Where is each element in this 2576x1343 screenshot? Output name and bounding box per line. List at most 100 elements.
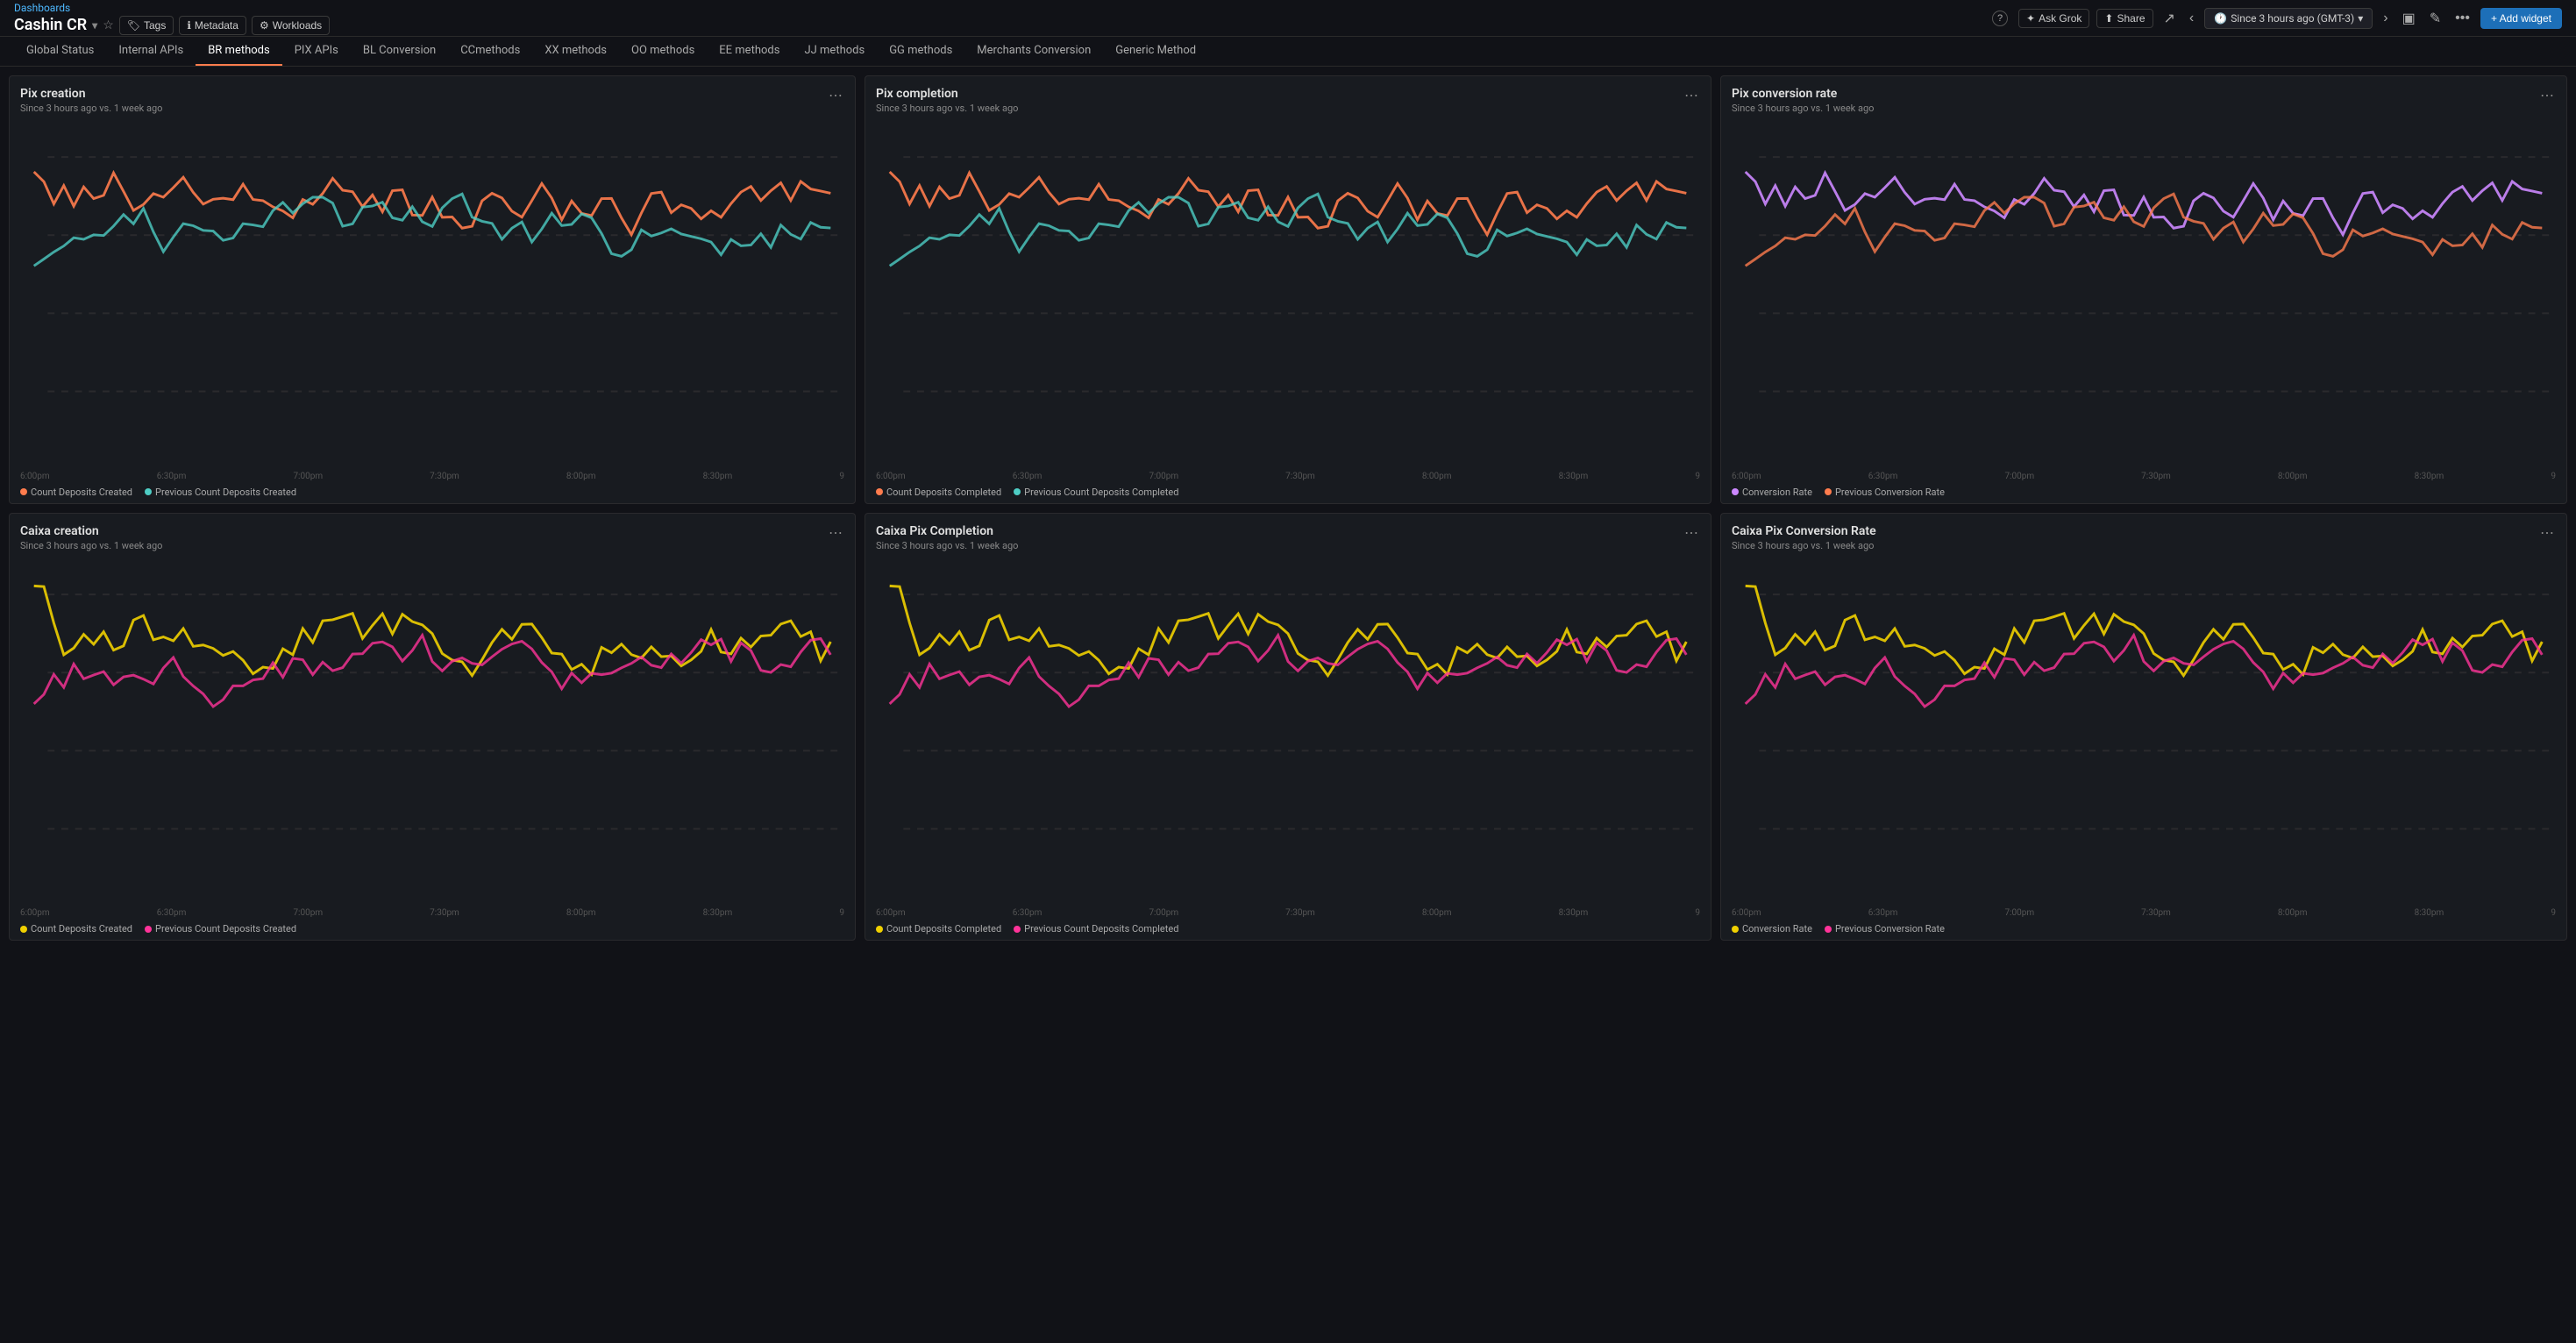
navtab-merchants-conversion[interactable]: Merchants Conversion [964,37,1103,66]
panel-menu-button-pix-completion[interactable]: ⋯ [1683,87,1700,104]
panel-menu-button-pix-creation[interactable]: ⋯ [827,87,844,104]
navtab-xx-methods[interactable]: XX methods [532,37,619,66]
x-label: 8:30pm [1559,908,1589,918]
monitor-icon[interactable]: ▣ [2399,6,2419,31]
chevron-right-button[interactable]: › [2380,7,2391,30]
chart-area-pix-conversion-rate [1732,123,2556,466]
x-label: 8:30pm [703,472,733,481]
x-label: 7:00pm [1149,472,1178,481]
x-label: 8:30pm [1559,472,1589,481]
legend-dot [20,926,27,933]
tags-icon: 🏷 [127,19,140,32]
dashboard-grid: Pix creationSince 3 hours ago vs. 1 week… [0,67,2576,949]
x-label: 8:00pm [566,908,596,918]
legend-item: Previous Count Deposits Completed [1014,923,1178,934]
navtab-gg-methods[interactable]: GG methods [877,37,964,66]
share-button[interactable]: ⬆ Share [2096,9,2153,28]
legend-pix-completion: Count Deposits CompletedPrevious Count D… [876,487,1700,498]
navtab-br-methods[interactable]: BR methods [196,37,282,66]
legend-label: Previous Count Deposits Created [155,923,296,934]
legend-item: Conversion Rate [1732,923,1812,934]
navtab-generic-method[interactable]: Generic Method [1103,37,1208,66]
navtab-ee-methods[interactable]: EE methods [707,37,792,66]
panel-menu-button-pix-conversion-rate[interactable]: ⋯ [2538,87,2556,104]
panel-menu-button-caixa-pix-completion[interactable]: ⋯ [1683,524,1700,542]
chevron-left-button[interactable]: ‹ [2186,7,2197,30]
external-link-icon[interactable]: ↗ [2160,6,2179,30]
legend-item: Count Deposits Created [20,923,132,934]
navtab-pix-apis[interactable]: PIX APIs [282,37,351,66]
topbar-right: ? ✦ Ask Grok ⬆ Share ↗ ‹ 🕐 Since 3 hours… [1989,6,2562,31]
panel-header-pix-conversion-rate: Pix conversion rateSince 3 hours ago vs.… [1732,87,2556,114]
x-axis-labels-pix-conversion-rate: 6:00pm6:30pm7:00pm7:30pm8:00pm8:30pm9 [1732,470,2556,483]
metadata-label: Metadata [195,19,238,32]
tags-button[interactable]: 🏷 Tags [119,16,174,35]
x-label: 8:00pm [1422,908,1452,918]
x-label: 8:00pm [566,472,596,481]
panel-pix-conversion-rate: Pix conversion rateSince 3 hours ago vs.… [1720,75,2567,504]
metadata-icon: ℹ [187,19,191,32]
dashboards-link[interactable]: Dashboards [14,2,330,14]
panel-header-pix-creation: Pix creationSince 3 hours ago vs. 1 week… [20,87,844,114]
x-label: 7:00pm [293,472,323,481]
x-label: 7:30pm [430,472,459,481]
clock-icon: 🕐 [2214,12,2227,25]
x-axis-labels-pix-creation: 6:00pm6:30pm7:00pm7:30pm8:00pm8:30pm9 [20,470,844,483]
legend-pix-creation: Count Deposits CreatedPrevious Count Dep… [20,487,844,498]
legend-caixa-pix-completion: Count Deposits CompletedPrevious Count D… [876,923,1700,934]
x-axis-labels-caixa-pix-conversion-rate: 6:00pm6:30pm7:00pm7:30pm8:00pm8:30pm9 [1732,906,2556,920]
panel-title-block-caixa-creation: Caixa creation Since 3 hours ago vs. 1 we… [20,524,162,551]
star-icon[interactable]: ☆ [103,18,114,32]
edit-icon[interactable]: ✎ [2426,6,2444,31]
x-label: 6:00pm [20,472,50,481]
legend-item: Previous Count Deposits Created [145,487,296,498]
x-label: 6:30pm [1868,472,1898,481]
navtab-global-status[interactable]: Global Status [14,37,106,66]
more-options-button[interactable]: ••• [2451,7,2473,30]
legend-item: Previous Conversion Rate [1825,923,1945,934]
panel-subtitle-pix-completion: Since 3 hours ago vs. 1 week ago [876,103,1018,114]
panel-menu-button-caixa-creation[interactable]: ⋯ [827,524,844,542]
panel-subtitle-pix-creation: Since 3 hours ago vs. 1 week ago [20,103,162,114]
share-label: Share [2117,12,2145,25]
navtab-oo-methods[interactable]: OO methods [619,37,707,66]
x-axis-labels-caixa-creation: 6:00pm6:30pm7:00pm7:30pm8:00pm8:30pm9 [20,906,844,920]
help-button[interactable]: ? [1989,6,2011,30]
panel-subtitle-caixa-creation: Since 3 hours ago vs. 1 week ago [20,540,162,551]
x-label: 6:00pm [20,908,50,918]
legend-dot [1825,926,1832,933]
ask-grok-button[interactable]: ✦ Ask Grok [2018,9,2089,28]
panel-subtitle-caixa-pix-conversion-rate: Since 3 hours ago vs. 1 week ago [1732,540,1876,551]
panel-title-caixa-creation: Caixa creation [20,524,162,538]
panel-title-pix-conversion-rate: Pix conversion rate [1732,87,1874,101]
x-label: 6:30pm [157,908,187,918]
navtab-bl-conversion[interactable]: BL Conversion [351,37,448,66]
x-label: 9 [2551,472,2556,481]
x-label: 8:30pm [2415,472,2444,481]
chart-area-pix-creation [20,123,844,466]
time-range-selector[interactable]: 🕐 Since 3 hours ago (GMT-3) ▾ [2204,8,2373,29]
x-label: 7:30pm [2141,908,2171,918]
panel-menu-button-caixa-pix-conversion-rate[interactable]: ⋯ [2538,524,2556,542]
workloads-button[interactable]: ⚙ Workloads [252,16,330,35]
x-axis-labels-caixa-pix-completion: 6:00pm6:30pm7:00pm7:30pm8:00pm8:30pm9 [876,906,1700,920]
x-label: 7:00pm [2004,908,2034,918]
panel-title-block-pix-creation: Pix creationSince 3 hours ago vs. 1 week… [20,87,162,114]
x-label: 8:30pm [703,908,733,918]
navtab-jj-methods[interactable]: JJ methods [792,37,877,66]
legend-label: Previous Count Deposits Created [155,487,296,498]
legend-pix-conversion-rate: Conversion RatePrevious Conversion Rate [1732,487,2556,498]
navtab-ccmethods[interactable]: CCmethods [448,37,532,66]
add-widget-button[interactable]: + Add widget [2480,8,2562,29]
chevron-down-icon: ▾ [2358,12,2363,25]
chart-area-caixa-creation [20,560,844,904]
legend-item: Conversion Rate [1732,487,1812,498]
legend-label: Count Deposits Completed [886,487,1001,498]
workloads-icon: ⚙ [260,19,269,32]
navtab-internal-apis[interactable]: Internal APIs [106,37,196,66]
metadata-button[interactable]: ℹ Metadata [179,16,246,35]
help-icon: ? [1992,11,2008,26]
topbar: Dashboards Cashin CR ▾ ☆ 🏷 Tags ℹ Metada… [0,0,2576,37]
x-label: 8:00pm [2278,908,2308,918]
panel-pix-creation: Pix creationSince 3 hours ago vs. 1 week… [9,75,856,504]
